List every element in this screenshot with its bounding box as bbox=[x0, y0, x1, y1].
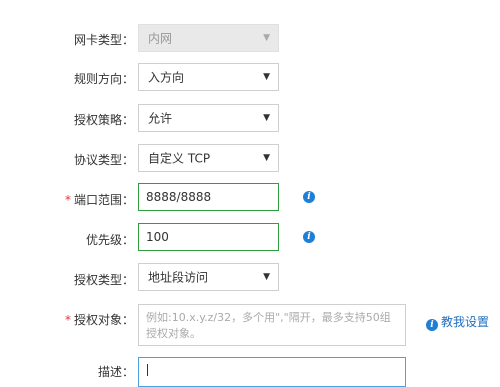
nic-type-value: 内网 bbox=[148, 31, 173, 46]
auth-type-select[interactable]: 地址段访问 ▼ bbox=[138, 263, 279, 291]
info-icon[interactable]: i bbox=[303, 191, 315, 203]
auth-policy-select[interactable]: 允许 ▼ bbox=[138, 104, 279, 132]
text-cursor bbox=[147, 364, 148, 376]
caret-down-icon: ▼ bbox=[263, 153, 270, 163]
rule-direction-label: 规则方向： bbox=[73, 72, 134, 86]
description-label: 描述： bbox=[97, 365, 134, 379]
priority-label: 优先级： bbox=[85, 233, 134, 247]
auth-object-textarea[interactable]: 例如:10.x.y.z/32，多个用","隔开，最多支持50组授权对象。 bbox=[138, 304, 406, 346]
nic-type-label: 网卡类型： bbox=[73, 33, 134, 47]
priority-value: 100 bbox=[146, 230, 169, 244]
protocol-type-label: 协议类型： bbox=[73, 153, 134, 167]
auth-policy-value: 允许 bbox=[148, 111, 173, 126]
rule-direction-value: 入方向 bbox=[148, 70, 185, 85]
auth-type-value: 地址段访问 bbox=[148, 270, 209, 285]
auth-type-label: 授权类型： bbox=[73, 273, 134, 287]
info-icon[interactable]: i bbox=[303, 231, 315, 243]
port-range-label: 端口范围： bbox=[73, 193, 134, 207]
caret-down-icon: ▼ bbox=[263, 272, 270, 282]
required-mark: * bbox=[64, 313, 71, 327]
rule-direction-select[interactable]: 入方向 ▼ bbox=[138, 63, 279, 91]
port-range-label-group: * 端口范围： bbox=[65, 191, 134, 208]
info-icon: i bbox=[426, 319, 438, 331]
auth-policy-label: 授权策略： bbox=[73, 113, 134, 127]
protocol-type-value: 自定义 TCP bbox=[148, 151, 211, 166]
help-link[interactable]: i 教我设置 bbox=[426, 313, 489, 331]
port-range-value: 8888/8888 bbox=[146, 190, 212, 204]
auth-object-placeholder: 例如:10.x.y.z/32，多个用","隔开，最多支持50组授权对象。 bbox=[146, 311, 391, 340]
required-mark: * bbox=[64, 193, 71, 207]
help-link-label: 教我设置 bbox=[441, 315, 490, 329]
caret-down-icon: ▼ bbox=[263, 72, 270, 82]
auth-object-label-group: * 授权对象： bbox=[65, 311, 134, 328]
description-input[interactable] bbox=[138, 357, 406, 387]
port-range-input[interactable]: 8888/8888 bbox=[138, 183, 279, 211]
priority-input[interactable]: 100 bbox=[138, 223, 279, 251]
protocol-type-select[interactable]: 自定义 TCP ▼ bbox=[138, 144, 279, 172]
caret-down-icon: ▼ bbox=[263, 33, 270, 43]
nic-type-select[interactable]: 内网 ▼ bbox=[138, 24, 279, 52]
auth-object-label: 授权对象： bbox=[73, 313, 134, 327]
caret-down-icon: ▼ bbox=[263, 113, 270, 123]
